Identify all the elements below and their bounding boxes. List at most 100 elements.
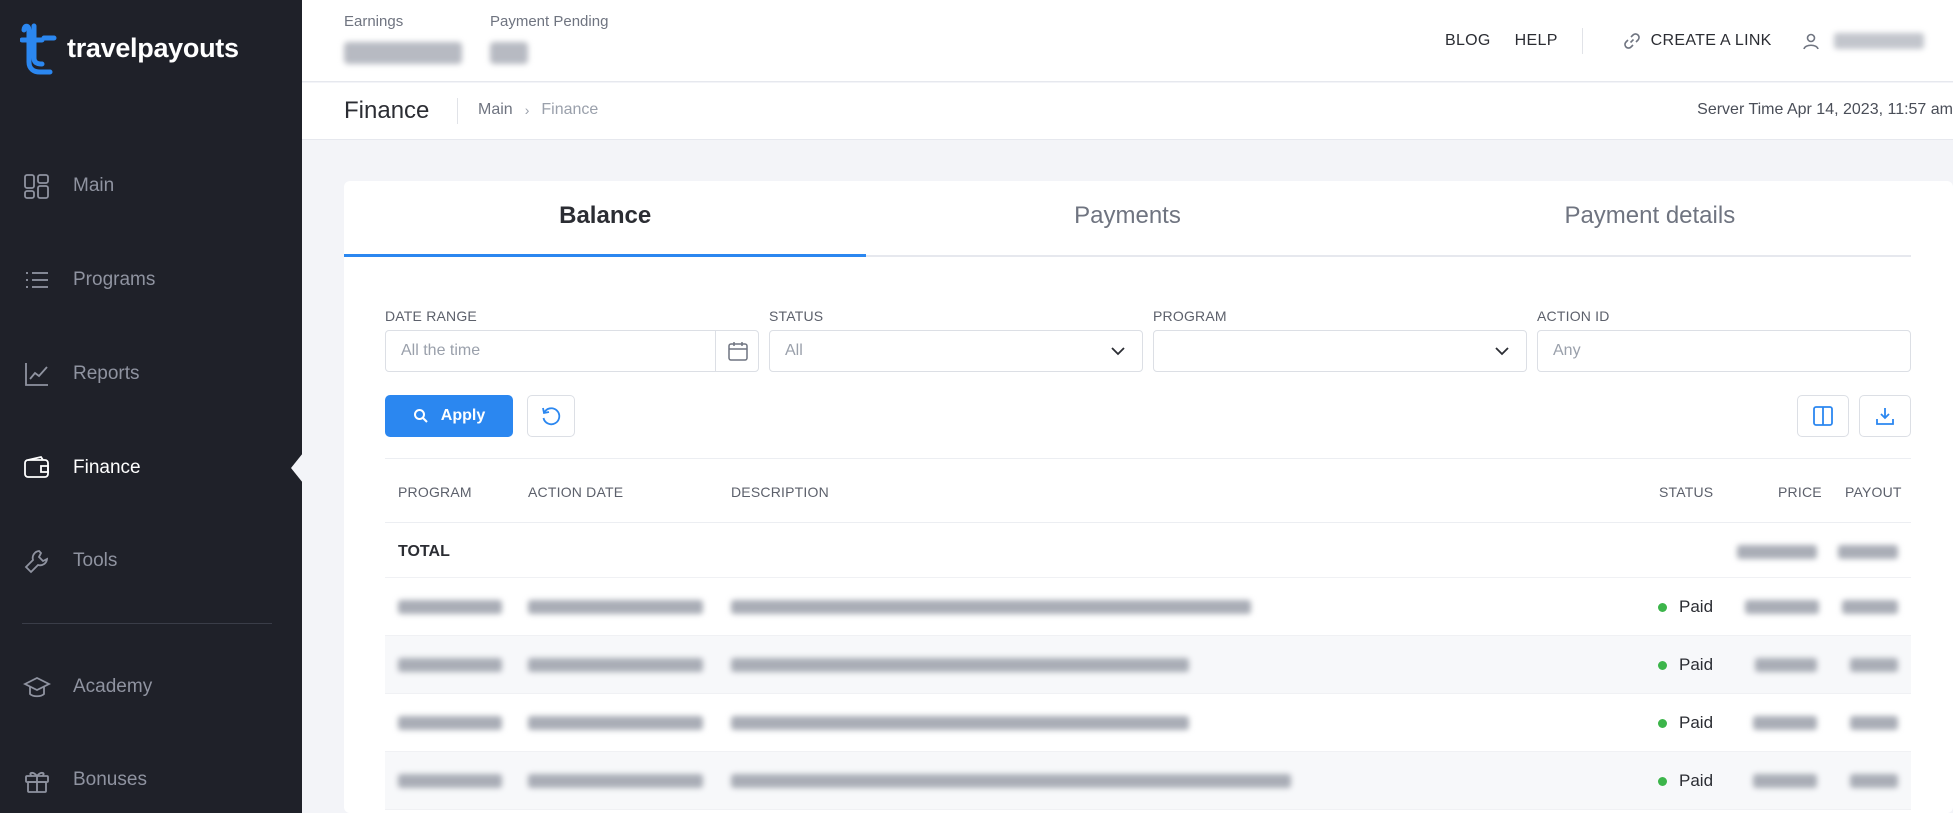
sidebar-item-reports[interactable]: Reports [0,346,302,402]
status-value: All [785,342,803,359]
action-id-filter: ACTION ID Any [1537,308,1911,372]
program-redacted [398,600,502,614]
action-id-input[interactable]: Any [1537,330,1911,372]
status-dot [1658,602,1667,612]
finance-card: Balance Payments Payment details DATE RA… [344,181,1953,813]
calendar-button[interactable] [715,331,758,371]
reset-filters-button[interactable] [527,395,575,437]
status-select[interactable]: All [769,330,1143,372]
total-label: TOTAL [398,543,450,560]
user-name-redacted[interactable] [1833,33,1924,49]
help-link[interactable]: HELP [1515,32,1558,50]
price-redacted [1745,600,1819,614]
server-time: Server Time Apr 14, 2023, 11:57 am [1697,101,1953,118]
status-text: Paid [1679,655,1714,674]
program-select[interactable] [1153,330,1527,372]
description-redacted [731,658,1189,672]
payout-redacted [1850,774,1898,788]
earnings-stat: Earnings [344,13,462,64]
sidebar-item-label: Programs [73,269,156,290]
download-button[interactable] [1859,395,1911,437]
description-redacted [731,774,1291,788]
total-payout-redacted [1838,545,1898,559]
col-program[interactable]: PROGRAM [398,484,472,500]
description-redacted [731,716,1189,730]
sidebar-item-label: Reports [73,363,140,384]
breadcrumb-bar: Finance Main › Finance Server Time Apr 1… [302,83,1953,140]
col-status: STATUS [1659,484,1714,500]
payout-redacted [1850,658,1898,672]
col-price[interactable]: PRICE [1778,484,1822,500]
action-id-label: ACTION ID [1537,308,1610,324]
travelpayouts-logo-icon [20,23,57,75]
logo[interactable]: travelpayouts [20,22,239,76]
program-redacted [398,774,502,788]
blog-link[interactable]: BLOG [1445,32,1491,50]
sidebar-item-main[interactable]: Main [0,158,302,214]
list-icon [26,272,48,288]
sidebar-item-label: Finance [73,457,141,478]
table-row[interactable]: Paid [385,752,1911,810]
action-id-placeholder: Any [1553,342,1581,359]
tab-balance[interactable]: Balance [344,181,867,257]
col-description: DESCRIPTION [731,484,829,500]
program-redacted [398,658,502,672]
sidebar-item-academy[interactable]: Academy [0,659,302,715]
chevron-down-icon [1111,347,1125,356]
user-icon[interactable] [1802,32,1820,50]
status-label: STATUS [769,308,824,324]
date-range-label: DATE RANGE [385,308,477,324]
sidebar: travelpayouts Main Programs Reports Fina… [0,0,303,813]
status-text: Paid [1679,771,1714,790]
search-icon [413,409,428,423]
page-title: Finance [344,97,430,124]
graduation-cap-icon [23,676,51,698]
payment-pending-value-redacted [490,42,528,64]
action-date-redacted [528,716,703,730]
date-range-input[interactable]: All the time [385,330,759,372]
apply-button[interactable]: Apply [385,395,513,437]
sidebar-item-tools[interactable]: Tools [0,533,302,589]
program-filter: PROGRAM [1153,308,1527,372]
balance-table: PROGRAM ACTION DATE DESCRIPTION STATUS P… [385,458,1911,810]
program-label: PROGRAM [1153,308,1227,324]
tab-payments[interactable]: Payments [866,181,1388,255]
tab-payment-details[interactable]: Payment details [1389,181,1911,255]
top-links: BLOG HELP CREATE A LINK [1445,28,1924,54]
col-payout[interactable]: PAYOUT [1845,484,1902,500]
sidebar-item-finance[interactable]: Finance [0,440,302,496]
date-range-filter: DATE RANGE All the time [385,308,759,372]
table-row[interactable]: Paid [385,694,1911,752]
table-row[interactable]: Paid [385,636,1911,694]
price-redacted [1753,774,1817,788]
table-header: PROGRAM ACTION DATE DESCRIPTION STATUS P… [385,458,1911,523]
price-redacted [1753,716,1817,730]
chart-icon [25,363,48,386]
chevron-right-icon: › [524,102,530,118]
breadcrumb-main[interactable]: Main [478,101,513,119]
sidebar-item-programs[interactable]: Programs [0,252,302,308]
sidebar-item-label: Academy [73,676,153,697]
col-action-date[interactable]: ACTION DATE [528,484,623,500]
status-filter: STATUS All [769,308,1143,372]
payment-pending-label: Payment Pending [490,13,609,30]
calendar-icon [728,342,748,361]
status-badge: Paid [1658,655,1713,675]
action-date-redacted [528,600,703,614]
brand-name: travelpayouts [67,32,239,63]
sidebar-item-bonuses[interactable]: Bonuses [0,752,302,808]
description-redacted [731,600,1251,614]
top-header: Earnings Payment Pending BLOG HELP CREAT… [302,0,1953,82]
columns-button[interactable] [1797,395,1849,437]
status-text: Paid [1679,713,1714,732]
breadcrumb: Main › Finance [478,101,598,119]
create-link-button[interactable]: CREATE A LINK [1651,32,1772,50]
gift-icon [25,771,49,793]
action-date-redacted [528,658,703,672]
payment-pending-stat: Payment Pending [490,13,609,64]
columns-icon [1813,406,1833,426]
title-divider [457,98,458,124]
apply-label: Apply [440,407,486,424]
reset-icon [542,407,561,426]
table-row[interactable]: Paid [385,578,1911,636]
